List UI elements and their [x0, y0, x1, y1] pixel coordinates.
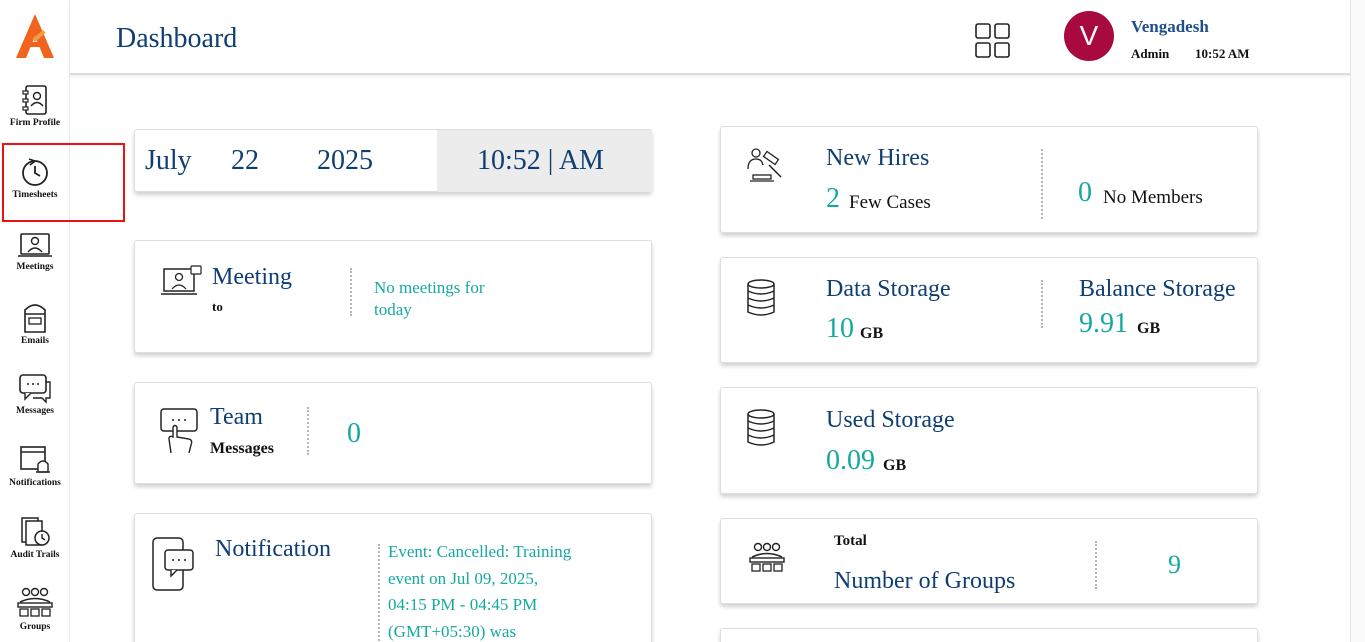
sidebar-item-label: Meetings — [16, 262, 54, 272]
timesheets-highlight-box — [2, 143, 125, 222]
avatar[interactable]: V — [1064, 11, 1114, 61]
sidebar-item-label: Audit Trails — [10, 550, 60, 560]
team-messages-icon — [160, 408, 198, 454]
meeting-title: Meeting — [212, 264, 292, 290]
time-box: 10:52 | AM — [437, 130, 652, 192]
user-role: Admin — [1131, 46, 1170, 61]
page-title: Dashboard — [116, 23, 238, 54]
data-storage-value: 10 — [826, 313, 854, 344]
meeting-subtitle: to — [212, 299, 223, 314]
notification-line: 04:15 PM - 04:45 PM — [388, 595, 538, 614]
new-hires-card[interactable]: New Hires 2 Few Cases 0 No Members — [720, 126, 1258, 233]
sidebar: Firm Profile Timesheets Meetings Emails … — [0, 0, 70, 642]
firm-profile-icon — [22, 85, 47, 115]
team-messages-card[interactable]: Team Messages 0 — [134, 382, 652, 484]
sidebar-item-messages[interactable]: Messages — [0, 372, 70, 434]
gavel-icon — [747, 148, 782, 182]
sidebar-item-groups[interactable]: Groups — [0, 586, 70, 642]
members-label: No Members — [1103, 187, 1203, 208]
apps-grid-icon[interactable] — [975, 23, 1011, 59]
groups-icon — [749, 542, 785, 572]
new-hires-count: 2 — [826, 183, 840, 214]
notification-title: Notification — [215, 536, 331, 562]
meeting-card[interactable]: Meeting to No meetings for today — [134, 240, 652, 353]
divider — [350, 268, 352, 316]
data-storage-unit: GB — [860, 325, 884, 342]
date-time-card: July 22 2025 10:52 | AM — [134, 129, 652, 192]
emails-icon — [24, 304, 46, 333]
page: Firm Profile Timesheets Meetings Emails … — [0, 0, 1365, 642]
data-storage-title: Data Storage — [826, 276, 951, 302]
groups-title: Number of Groups — [834, 568, 1016, 594]
balance-storage-value: 9.91 — [1079, 308, 1128, 339]
date-month: July — [145, 145, 192, 176]
messages-icon — [19, 374, 51, 404]
groups-total-label: Total — [834, 533, 867, 549]
sidebar-item-meetings[interactable]: Meetings — [0, 228, 70, 290]
sidebar-item-label: Messages — [16, 406, 54, 416]
used-storage-value: 0.09 — [826, 445, 875, 476]
top-header: Dashboard V Vengadesh Admin 10:52 AM — [70, 5, 1350, 75]
audit-trails-icon — [21, 517, 50, 546]
divider — [1095, 541, 1097, 589]
divider — [1041, 280, 1043, 328]
sidebar-item-label: Notifications — [9, 478, 61, 488]
current-time: 10:52 | AM — [477, 145, 604, 176]
new-hires-count-label: Few Cases — [849, 192, 931, 213]
team-title: Team — [210, 404, 263, 430]
sidebar-item-notifications[interactable]: Notifications — [0, 444, 70, 506]
data-storage-card[interactable]: Data Storage 10 GB Balance Storage 9.91 … — [720, 257, 1258, 363]
balance-storage-title: Balance Storage — [1079, 276, 1236, 302]
sidebar-item-audit-trails[interactable]: Audit Trails — [0, 516, 70, 578]
used-storage-card[interactable]: Used Storage 0.09 GB — [720, 387, 1258, 494]
sidebar-item-label: Emails — [21, 336, 49, 346]
groups-icon — [17, 587, 53, 617]
date-day: 22 — [231, 145, 259, 176]
sidebar-item-label: Firm Profile — [9, 118, 61, 128]
notification-line: (GMT+05:30) was — [388, 621, 517, 641]
meetings-icon — [18, 233, 52, 257]
divider — [1041, 149, 1043, 219]
header-time: 10:52 AM — [1195, 46, 1250, 61]
sidebar-item-firm-profile[interactable]: Firm Profile — [0, 84, 70, 146]
team-subtitle: Messages — [210, 440, 274, 457]
notification-card[interactable]: Notification Event: Cancelled: Training … — [134, 513, 652, 642]
balance-storage-unit: GB — [1137, 320, 1161, 337]
sidebar-item-label: Groups — [19, 622, 51, 632]
sidebar-item-emails[interactable]: Emails — [0, 300, 70, 362]
meeting-status: No meetings for today — [374, 278, 485, 319]
notification-message[interactable]: Event: Cancelled: Training event on Jul … — [388, 539, 571, 642]
notification-icon — [152, 537, 194, 591]
next-card[interactable] — [720, 628, 1258, 642]
divider — [378, 544, 380, 642]
date-year: 2025 — [317, 145, 373, 176]
used-storage-title: Used Storage — [826, 407, 955, 433]
notification-line: Event: Cancelled: Training — [388, 542, 572, 561]
user-name[interactable]: Vengadesh — [1131, 17, 1209, 37]
team-messages-count: 0 — [347, 418, 361, 449]
divider — [307, 407, 309, 455]
notifications-icon — [20, 446, 50, 473]
database-icon — [747, 409, 775, 446]
used-storage-unit: GB — [883, 457, 907, 474]
notification-line: event on Jul 09, 2025, — [388, 568, 539, 588]
groups-card[interactable]: Total Number of Groups 9 — [720, 518, 1258, 604]
members-count: 0 — [1078, 177, 1092, 208]
database-icon — [747, 279, 775, 316]
scrollbar-track[interactable] — [1350, 0, 1365, 642]
new-hires-title: New Hires — [826, 145, 930, 171]
app-logo-icon[interactable] — [14, 12, 56, 62]
meeting-icon — [161, 265, 202, 295]
groups-count: 9 — [1168, 550, 1181, 579]
